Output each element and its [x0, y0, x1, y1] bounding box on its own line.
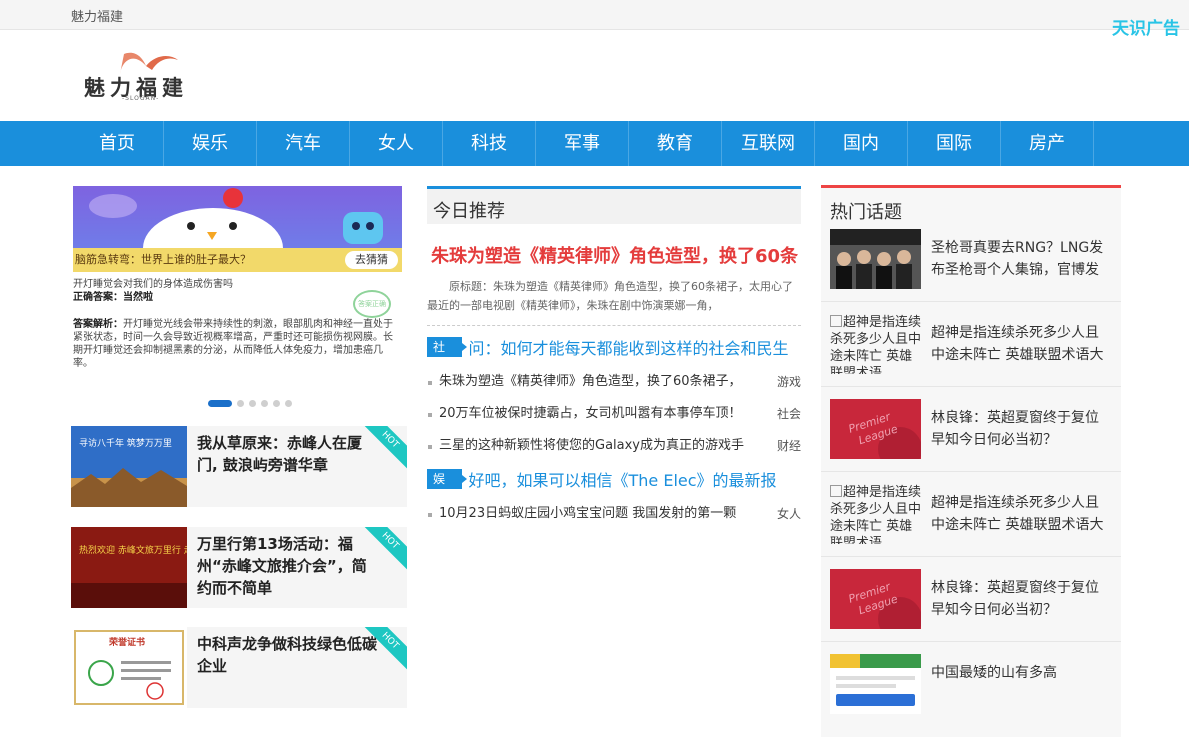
slider-dot[interactable]: [285, 400, 292, 407]
list-item-title[interactable]: 10月23日蚂蚁庄园小鸡宝宝问题 我国发射的第一颗: [439, 498, 769, 530]
image-slider[interactable]: 脑筋急转弯：世界上谁的肚子最大？ 去猜猜 开灯睡觉会对我们的身体造成伤害吗 正确…: [73, 186, 402, 416]
topic-image-alt: 超神是指连续杀死多少人且中途未阵亡 英雄联盟术语: [830, 485, 921, 544]
broken-image-icon: [830, 315, 842, 327]
slider-dot[interactable]: [208, 400, 232, 407]
premier-league-icon[interactable]: Premier League: [830, 569, 921, 629]
explain-label: 答案解析：: [73, 319, 123, 330]
topic-title[interactable]: 圣枪哥真要去RNG？LNG发布圣枪哥个人集锦，官博发: [931, 237, 1111, 281]
hot-card[interactable]: 热烈欢迎 赤峰文旅万里行 走进福州 万里行第13场活动：福州“赤峰文旅推介会”，…: [71, 527, 407, 608]
list-item-title[interactable]: 三星的这种新颖性将使您的Galaxy成为真正的游戏手: [439, 430, 769, 462]
news-list: 朱珠为塑造《精英律师》角色造型，换了60条裙子， 游戏 20万车位被保时捷霸占，女…: [427, 366, 801, 462]
main-nav: 首页 娱乐 汽车 女人 科技 军事 教育 互联网 国内 国际 房产: [0, 121, 1189, 166]
category-tag[interactable]: 娱乐: [427, 469, 469, 506]
nav-item-military[interactable]: 军事: [536, 121, 629, 166]
nav-item-women[interactable]: 女人: [350, 121, 443, 166]
hot-card-thumb-text: 寻访八千年 筑梦万万里: [79, 437, 172, 449]
topic-thumbnail-broken[interactable]: 超神是指连续杀死多少人且中途未阵亡 英雄联盟术语: [830, 314, 921, 374]
recommend-summary: 原标题：朱珠为塑造《精英律师》角色造型，换了60条裙子，太用心了 最近的一部电视…: [427, 280, 793, 312]
slider-dots: [208, 400, 292, 407]
nav-item-tech[interactable]: 科技: [443, 121, 536, 166]
nav-item-realestate[interactable]: 房产: [1001, 121, 1094, 166]
topic-item[interactable]: Premier League 林良锋：英超夏窗终于复位 早知今日何必当初？: [821, 387, 1121, 472]
topic-item[interactable]: Premier League 林良锋：英超夏窗终于复位 早知今日何必当初？: [821, 557, 1121, 642]
topic-thumbnail[interactable]: [830, 229, 921, 289]
hot-card[interactable]: 荣誉证书 中科声龙争做科技绿色低碳企业 HOT: [71, 627, 407, 708]
recommend-title: 今日推荐: [433, 201, 505, 222]
topic-title[interactable]: 超神是指连续杀死多少人且中途未阵亡 英雄联盟术语大: [931, 492, 1111, 536]
category-tag[interactable]: 社会: [427, 337, 469, 374]
nav-item-domestic[interactable]: 国内: [815, 121, 908, 166]
divider: [427, 325, 801, 326]
news-list: 10月23日蚂蚁庄园小鸡宝宝问题 我国发射的第一颗 女人: [427, 498, 801, 530]
topic-thumbnail[interactable]: [830, 654, 921, 714]
hot-card-title[interactable]: 我从草原来：赤峰人在厦门, 鼓浪屿旁谱华章: [197, 432, 377, 476]
hot-card-thumb-text: 荣誉证书: [108, 636, 145, 648]
hot-card-thumbnail[interactable]: 热烈欢迎 赤峰文旅万里行 走进福州: [71, 527, 187, 608]
hot-card-title[interactable]: 万里行第13场活动：福州“赤峰文旅推介会”，简约而不简单: [197, 533, 377, 599]
nav-item-education[interactable]: 教育: [629, 121, 722, 166]
site-logo[interactable]: 魅力福建 -SLOGAN-: [82, 48, 232, 104]
nav-item-auto[interactable]: 汽车: [257, 121, 350, 166]
answer-stamp: 答案正确: [353, 290, 391, 318]
chick-illustration-icon: [89, 188, 383, 288]
list-item-title[interactable]: 朱珠为塑造《精英律师》角色造型，换了60条裙子，: [439, 366, 769, 398]
header: 魅力福建 -SLOGAN-: [0, 30, 1189, 120]
recommend-headline[interactable]: 朱珠为塑造《精英律师》角色造型，换了60条: [427, 242, 801, 268]
slide-image[interactable]: 脑筋急转弯：世界上谁的肚子最大？ 去猜猜 开灯睡觉会对我们的身体造成伤害吗 正确…: [73, 186, 402, 386]
slider-dot[interactable]: [273, 400, 280, 407]
section-header: 社会 问：如何才能每天都能收到这样的社会和民生: [427, 335, 801, 374]
list-item[interactable]: 三星的这种新颖性将使您的Galaxy成为真正的游戏手 财经: [427, 430, 801, 462]
topic-title[interactable]: 超神是指连续杀死多少人且中途未阵亡 英雄联盟术语大: [931, 322, 1111, 366]
hot-topics-panel: 热门话题 圣枪哥真要去RNG？LNG发布圣枪哥个人集锦，官博发 超神是指连续杀死…: [821, 185, 1121, 737]
hot-card-thumb-text: 热烈欢迎 赤峰文旅万里行 走进福州: [79, 544, 187, 556]
site-name[interactable]: 魅力福建: [71, 6, 123, 25]
logo-slogan: -SLOGAN-: [122, 95, 160, 102]
topic-item[interactable]: 超神是指连续杀死多少人且中途未阵亡 英雄联盟术语 超神是指连续杀死多少人且中途未…: [821, 472, 1121, 557]
recommend-panel: 今日推荐 朱珠为塑造《精英律师》角色造型，换了60条 原标题：朱珠为塑造《精英律…: [427, 186, 801, 530]
section-header: 娱乐 好吧，如果可以相信《The Elec》的最新报: [427, 467, 801, 506]
topic-title[interactable]: 林良锋：英超夏窗终于复位 早知今日何必当初？: [931, 577, 1111, 621]
topic-item[interactable]: 超神是指连续杀死多少人且中途未阵亡 英雄联盟术语 超神是指连续杀死多少人且中途未…: [821, 302, 1121, 387]
guess-button[interactable]: 去猜猜: [345, 251, 398, 269]
list-item[interactable]: 10月23日蚂蚁庄园小鸡宝宝问题 我国发射的第一颗 女人: [427, 498, 801, 530]
list-item-category[interactable]: 社会: [777, 398, 801, 430]
top-bar: 魅力福建 天识广告: [0, 0, 1189, 39]
topic-thumbnail-broken[interactable]: 超神是指连续杀死多少人且中途未阵亡 英雄联盟术语: [830, 484, 921, 544]
slider-dot[interactable]: [249, 400, 256, 407]
list-item-category[interactable]: 游戏: [777, 366, 801, 398]
hot-card[interactable]: 寻访八千年 筑梦万万里 我从草原来：赤峰人在厦门, 鼓浪屿旁谱华章 HOT: [71, 426, 407, 507]
topic-image-alt: 超神是指连续杀死多少人且中途未阵亡 英雄联盟术语: [830, 315, 921, 374]
broken-image-icon: [830, 485, 842, 497]
nav-item-home[interactable]: 首页: [71, 121, 164, 166]
nav-item-entertainment[interactable]: 娱乐: [164, 121, 257, 166]
section-title[interactable]: 问：如何才能每天都能收到这样的社会和民生: [468, 335, 801, 359]
topic-item[interactable]: 圣枪哥真要去RNG？LNG发布圣枪哥个人集锦，官博发: [821, 217, 1121, 302]
quiz-question: 开灯睡觉会对我们的身体造成伤害吗: [73, 279, 233, 290]
slide-banner: 脑筋急转弯：世界上谁的肚子最大？ 去猜猜: [73, 248, 402, 272]
slider-dot[interactable]: [237, 400, 244, 407]
list-item-category[interactable]: 财经: [777, 430, 801, 462]
slide-banner-text: 脑筋急转弯：世界上谁的肚子最大？: [75, 253, 251, 266]
list-item[interactable]: 20万车位被保时捷霸占，女司机叫嚣有本事停车顶！ 社会: [427, 398, 801, 430]
list-item-category[interactable]: 女人: [777, 498, 801, 530]
slider-dot[interactable]: [261, 400, 268, 407]
hot-card-thumbnail[interactable]: 荣誉证书: [71, 627, 187, 708]
slide-quiz-text: 开灯睡觉会对我们的身体造成伤害吗 正确答案：当然啦 答案解析：开灯睡觉光线会带来…: [73, 278, 402, 370]
topic-title[interactable]: 中国最矮的山有多高: [931, 662, 1111, 684]
premier-league-icon[interactable]: Premier League: [830, 399, 921, 459]
list-item[interactable]: 朱珠为塑造《精英律师》角色造型，换了60条裙子， 游戏: [427, 366, 801, 398]
nav-item-international[interactable]: 国际: [908, 121, 1001, 166]
topic-item[interactable]: 中国最矮的山有多高: [821, 642, 1121, 727]
nav-item-internet[interactable]: 互联网: [722, 121, 815, 166]
list-item-title[interactable]: 20万车位被保时捷霸占，女司机叫嚣有本事停车顶！: [439, 398, 769, 430]
answer-label: 正确答案：: [73, 292, 123, 303]
section-title[interactable]: 好吧，如果可以相信《The Elec》的最新报: [468, 467, 801, 491]
hot-card-thumbnail[interactable]: 寻访八千年 筑梦万万里: [71, 426, 187, 507]
topic-title[interactable]: 林良锋：英超夏窗终于复位 早知今日何必当初？: [931, 407, 1111, 451]
recommend-header: 今日推荐: [427, 186, 801, 224]
answer-value: 当然啦: [123, 292, 153, 303]
hot-card-title[interactable]: 中科声龙争做科技绿色低碳企业: [197, 633, 377, 677]
